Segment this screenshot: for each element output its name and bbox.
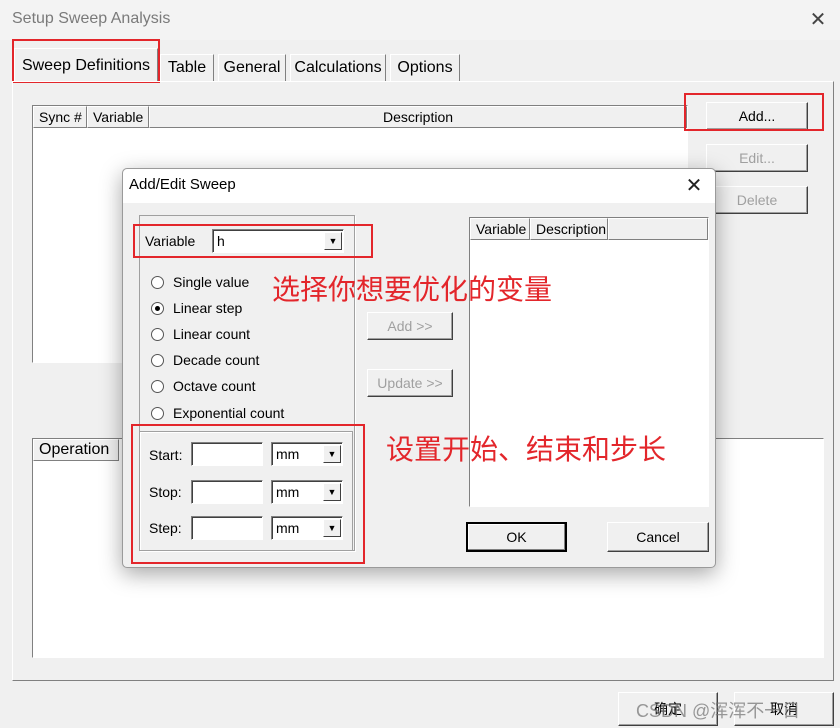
- tab-label: Table: [167, 59, 207, 76]
- tab-options[interactable]: Options: [390, 54, 460, 82]
- tab-table[interactable]: Table: [160, 54, 214, 82]
- window-title: Setup Sweep Analysis: [12, 10, 171, 27]
- radio-label: Octave count: [173, 378, 256, 394]
- radio-linear-count[interactable]: Linear count: [151, 326, 331, 346]
- radio-octave-count[interactable]: Octave count: [151, 378, 331, 398]
- radio-label: Single value: [173, 274, 250, 290]
- watermark-text: CSDN @浑浑不一日: [636, 701, 801, 721]
- highlight-variable-select: [133, 224, 373, 258]
- dialog-cancel-button[interactable]: Cancel: [607, 522, 709, 552]
- tab-general[interactable]: General: [218, 54, 286, 82]
- close-icon[interactable]: ✕: [681, 173, 707, 199]
- highlight-add-button: [684, 93, 824, 131]
- tab-label: Options: [397, 59, 453, 76]
- tab-calculations[interactable]: Calculations: [290, 54, 386, 82]
- delete-button[interactable]: Delete: [706, 186, 808, 214]
- radio-button-selected[interactable]: [151, 302, 164, 315]
- annotation-set-range: 设置开始、结束和步长: [386, 433, 667, 466]
- close-icon[interactable]: ✕: [806, 8, 830, 32]
- column-header-description[interactable]: Description: [149, 106, 687, 128]
- radio-label: Decade count: [173, 352, 260, 368]
- column-header-description[interactable]: Description: [530, 218, 608, 240]
- column-header-blank: [608, 218, 708, 240]
- radio-label: Linear step: [173, 300, 243, 316]
- radio-button[interactable]: [151, 354, 164, 367]
- radio-label: Exponential count: [173, 405, 285, 421]
- dialog-ok-button[interactable]: OK: [466, 522, 567, 552]
- column-header-operation[interactable]: Operation: [33, 439, 119, 461]
- radio-decade-count[interactable]: Decade count: [151, 352, 331, 372]
- highlight-range-inputs: [131, 424, 365, 564]
- edit-button[interactable]: Edit...: [706, 144, 808, 172]
- radio-button[interactable]: [151, 380, 164, 393]
- column-header-variable[interactable]: Variable: [470, 218, 530, 240]
- radio-exponential-count[interactable]: Exponential count: [151, 405, 331, 425]
- radio-label: Linear count: [173, 326, 251, 342]
- add-sweep-button[interactable]: Add >>: [367, 312, 453, 340]
- radio-button[interactable]: [151, 328, 164, 341]
- dialog-title: Add/Edit Sweep: [129, 176, 236, 193]
- column-header-sync[interactable]: Sync #: [33, 106, 87, 128]
- radio-button[interactable]: [151, 276, 164, 289]
- dialog-titlebar: Add/Edit Sweep ✕: [123, 169, 715, 203]
- tab-label: Calculations: [294, 59, 382, 76]
- update-sweep-button[interactable]: Update >>: [367, 369, 453, 397]
- highlight-sweep-definitions-tab: [12, 39, 160, 83]
- window-titlebar: Setup Sweep Analysis ✕: [0, 0, 840, 40]
- radio-button[interactable]: [151, 407, 164, 420]
- column-header-variable[interactable]: Variable: [87, 106, 149, 128]
- tab-label: General: [223, 59, 281, 76]
- annotation-choose-variable: 选择你想要优化的变量: [272, 273, 553, 306]
- add-edit-sweep-dialog: Add/Edit Sweep ✕ Variable h ▼ Single val…: [122, 168, 716, 568]
